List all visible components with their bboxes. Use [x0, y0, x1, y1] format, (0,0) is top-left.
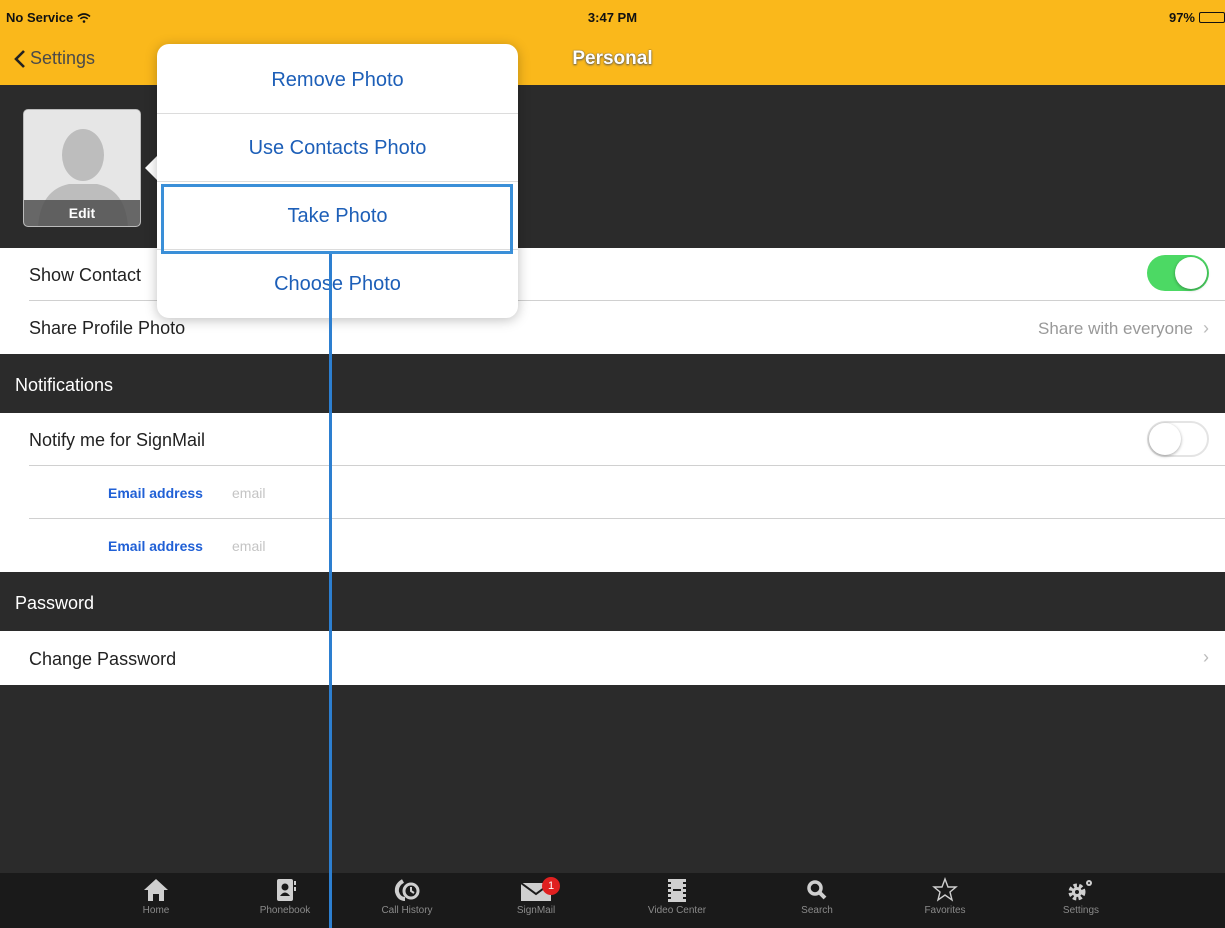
email-input-2[interactable]: email	[232, 538, 265, 554]
use-contacts-photo-option[interactable]: Use Contacts Photo	[157, 114, 518, 182]
email-label-1: Email address	[108, 485, 203, 501]
tab-label: Search	[801, 905, 833, 916]
password-section-header: Password	[0, 572, 1225, 631]
avatar-edit-label[interactable]: Edit	[24, 200, 140, 226]
tab-label: Video Center	[647, 905, 707, 916]
change-password-row[interactable]: Change Password ›	[0, 631, 1225, 685]
tab-label: Home	[142, 905, 170, 916]
notifications-section-header: Notifications	[0, 354, 1225, 413]
tab-search[interactable]: Search	[777, 873, 857, 928]
status-right: 97%	[1169, 10, 1225, 25]
tab-call-history[interactable]: Call History	[367, 873, 447, 928]
tab-video-center[interactable]: Video Center	[637, 873, 717, 928]
take-photo-highlight	[161, 184, 513, 254]
photo-options-popover: Remove Photo Use Contacts Photo Take Pho…	[157, 44, 518, 318]
gear-icon	[1068, 880, 1092, 901]
avatar[interactable]: Edit	[23, 109, 141, 227]
app-window: No Service 3:47 PM 97% Settings Personal…	[0, 0, 1225, 928]
status-bar: No Service 3:47 PM 97%	[0, 0, 1225, 38]
annotation-pointer-line	[329, 254, 332, 928]
show-contact-toggle[interactable]	[1147, 255, 1209, 291]
signmail-notify-row: Notify me for SignMail	[0, 413, 1225, 466]
tab-label: Phonebook	[259, 905, 311, 916]
status-time: 3:47 PM	[587, 10, 638, 25]
tab-phonebook[interactable]: Phonebook	[245, 873, 325, 928]
empty-area	[0, 685, 1225, 873]
signmail-notify-label: Notify me for SignMail	[29, 430, 206, 450]
battery-text: 97%	[1168, 10, 1195, 25]
choose-photo-option[interactable]: Choose Photo	[157, 250, 518, 318]
tab-label: Call History	[381, 905, 433, 916]
share-photo-detail: Share with everyone ›	[1038, 318, 1209, 339]
email-row-2: Email address email	[0, 519, 1225, 572]
battery-icon	[1199, 12, 1225, 23]
tab-settings[interactable]: Settings	[1041, 873, 1121, 928]
chevron-right-icon: ›	[1203, 318, 1209, 338]
show-contact-label: Show Contact	[29, 265, 142, 285]
home-icon	[144, 879, 168, 901]
tab-bar: Home Phonebook Call History 1 SignMail V…	[0, 873, 1225, 928]
tab-label: Favorites	[924, 905, 966, 916]
remove-photo-option[interactable]: Remove Photo	[157, 46, 518, 114]
email-label-2: Email address	[108, 538, 203, 554]
email-input-1[interactable]: email	[232, 485, 265, 501]
phonebook-icon	[277, 879, 296, 901]
email-row-1: Email address email	[0, 466, 1225, 519]
chevron-right-icon: ›	[1203, 647, 1209, 667]
tab-label: Settings	[1062, 905, 1100, 916]
share-photo-label: Share Profile Photo	[29, 318, 186, 338]
tab-favorites[interactable]: Favorites	[905, 873, 985, 928]
tab-home[interactable]: Home	[116, 873, 196, 928]
star-icon	[932, 877, 958, 902]
share-photo-value: Share with everyone	[1038, 318, 1193, 338]
notifications-title: Notifications	[15, 375, 114, 395]
signmail-notify-toggle[interactable]	[1147, 421, 1209, 457]
call-history-icon	[394, 879, 420, 901]
tab-label: SignMail	[516, 905, 556, 916]
tab-signmail[interactable]: 1 SignMail	[496, 873, 576, 928]
password-title: Password	[15, 593, 95, 613]
change-password-label: Change Password	[29, 649, 177, 669]
signmail-badge: 1	[542, 877, 560, 895]
video-center-icon	[668, 879, 686, 902]
search-icon	[807, 880, 827, 900]
